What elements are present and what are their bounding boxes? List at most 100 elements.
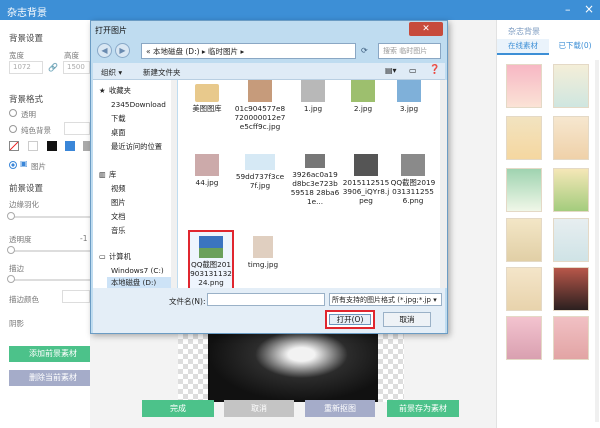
white-swatch[interactable] bbox=[28, 141, 38, 151]
file-name: QQ截图20190313113224.png bbox=[190, 260, 232, 287]
tree-computer[interactable]: 计算机 bbox=[109, 252, 131, 262]
transparency-slider-knob[interactable] bbox=[7, 246, 15, 254]
transparency-value: -1 bbox=[80, 234, 88, 243]
thumb-4[interactable] bbox=[553, 116, 589, 160]
path-root: « bbox=[146, 47, 151, 56]
filetype-select[interactable]: 所有支持的图片格式 (*.jpg;*.jp ▾ bbox=[329, 293, 442, 306]
done-button[interactable]: 完成 bbox=[142, 400, 214, 417]
thumb-6[interactable] bbox=[553, 168, 589, 212]
solid-color-input[interactable] bbox=[64, 122, 90, 135]
stroke-slider-knob[interactable] bbox=[7, 275, 15, 283]
add-fg-button[interactable]: 添加前景素材 bbox=[9, 346, 97, 362]
width-label: 宽度 bbox=[9, 51, 24, 60]
thumb-11[interactable] bbox=[506, 316, 542, 360]
tree-download[interactable]: 下载 bbox=[111, 114, 126, 124]
cancel-main-button[interactable]: 取消 bbox=[224, 400, 294, 417]
file-item[interactable]: 2.jpg bbox=[342, 80, 384, 113]
back-button[interactable]: ◀ bbox=[97, 43, 112, 58]
transparency-slider-track[interactable] bbox=[11, 250, 90, 252]
forward-button[interactable]: ▶ bbox=[115, 43, 130, 58]
file-list: 美图图库 01c904577e8720000012e7e5cff9c.jpg 1… bbox=[178, 80, 440, 308]
tree-drive-d[interactable]: 本地磁盘 (D:) bbox=[111, 278, 156, 288]
new-folder-button[interactable]: 新建文件夹 bbox=[143, 67, 181, 78]
filename-input[interactable] bbox=[207, 293, 325, 306]
blue-swatch[interactable] bbox=[65, 141, 75, 151]
file-item[interactable]: 20151125153906_iQYr8.jpeg bbox=[342, 154, 390, 205]
tree-music[interactable]: 音乐 bbox=[111, 226, 126, 236]
tab-online[interactable]: 在线素材 bbox=[497, 39, 549, 55]
file-name: 3926ac0a19d8bc3e723b59518 28ba61e... bbox=[290, 170, 340, 206]
close-button[interactable]: × bbox=[584, 2, 594, 16]
file-item[interactable]: 44.jpg bbox=[186, 154, 228, 187]
file-name: timg.jpg bbox=[247, 260, 279, 269]
favorites-icon: ★ bbox=[99, 86, 106, 95]
stroke-slider-track[interactable] bbox=[11, 279, 90, 281]
tree-library[interactable]: 库 bbox=[109, 170, 116, 180]
minimize-button[interactable]: – bbox=[565, 3, 571, 16]
organize-button[interactable]: 组织 ▾ bbox=[101, 67, 122, 78]
height-input[interactable]: 1500 bbox=[63, 61, 90, 74]
thumb-7[interactable] bbox=[506, 218, 542, 262]
tree-desktop[interactable]: 桌面 bbox=[111, 128, 126, 138]
width-input[interactable]: 1072 bbox=[9, 61, 43, 74]
file-item[interactable]: 1.jpg bbox=[292, 80, 334, 113]
dialog-cancel-button[interactable]: 取消 bbox=[383, 312, 431, 327]
transparent-radio[interactable] bbox=[9, 109, 17, 117]
file-name: 美图图库 bbox=[192, 104, 222, 113]
thumb-8[interactable] bbox=[553, 218, 589, 262]
file-name: 01c904577e8720000012e7e5cff9c.jpg bbox=[234, 104, 286, 131]
thumb-1[interactable] bbox=[506, 64, 542, 108]
solid-radio[interactable] bbox=[9, 125, 17, 133]
file-item[interactable]: 01c904577e8720000012e7e5cff9c.jpg bbox=[234, 80, 286, 131]
tree-scrollbar[interactable] bbox=[171, 80, 177, 288]
view-icon[interactable]: ▤▾ bbox=[385, 66, 397, 75]
thumb-5[interactable] bbox=[506, 168, 542, 212]
help-icon[interactable]: ❓ bbox=[429, 65, 440, 75]
tab-downloaded[interactable]: 已下载(0) bbox=[549, 39, 600, 55]
black-swatch[interactable] bbox=[47, 141, 57, 151]
file-item[interactable]: 美图图库 bbox=[186, 84, 228, 113]
image-thumbnail-icon bbox=[199, 236, 223, 258]
open-button[interactable]: 打开(O) bbox=[329, 314, 371, 325]
feather-slider-knob[interactable] bbox=[7, 212, 15, 220]
open-image-dialog: 打开图片 ✕ ◀ ▶ « 本地磁盘 (D:) ▸ 临时图片 ▸ ⟳ 搜索 临时图… bbox=[90, 20, 448, 334]
stroke-color-input[interactable] bbox=[62, 290, 90, 303]
file-item[interactable]: 3.jpg bbox=[388, 80, 430, 113]
link-icon[interactable]: 🔗 bbox=[48, 63, 58, 72]
tree-2345download[interactable]: 2345Download bbox=[111, 100, 166, 109]
no-color-swatch[interactable] bbox=[9, 141, 19, 151]
canvas-preview[interactable] bbox=[178, 334, 404, 402]
thumb-2[interactable] bbox=[553, 64, 589, 108]
tree-videos[interactable]: 视频 bbox=[111, 184, 126, 194]
feather-slider-track[interactable] bbox=[11, 216, 90, 218]
tree-drive-c[interactable]: Windows7 (C:) bbox=[111, 266, 164, 275]
delete-fg-button[interactable]: 删除当前素材 bbox=[9, 370, 97, 386]
file-item[interactable]: timg.jpg bbox=[242, 236, 284, 269]
recut-button[interactable]: 重新抠图 bbox=[305, 400, 375, 417]
tree-pictures[interactable]: 图片 bbox=[111, 198, 126, 208]
file-list-scrollbar[interactable] bbox=[440, 80, 447, 288]
image-radio[interactable] bbox=[9, 161, 17, 169]
thumb-9[interactable] bbox=[506, 267, 542, 311]
more-swatch[interactable] bbox=[83, 141, 90, 151]
image-thumbnail-icon bbox=[245, 154, 275, 170]
tree-documents[interactable]: 文档 bbox=[111, 212, 126, 222]
window-titlebar: 杂志背景 – × bbox=[0, 0, 600, 20]
refresh-icon[interactable]: ⟳ bbox=[361, 46, 368, 55]
tree-favorites[interactable]: 收藏夹 bbox=[109, 86, 131, 96]
file-item[interactable]: QQ截图20190313112556.png bbox=[390, 154, 436, 205]
save-fg-button[interactable]: 前景存为素材 bbox=[387, 400, 459, 417]
thumb-3[interactable] bbox=[506, 116, 542, 160]
tree-recent[interactable]: 最近访问的位置 bbox=[111, 142, 162, 152]
file-item-selected[interactable]: QQ截图20190313113224.png bbox=[190, 236, 232, 287]
address-bar[interactable]: « 本地磁盘 (D:) ▸ 临时图片 ▸ bbox=[141, 43, 356, 59]
thumb-12[interactable] bbox=[553, 316, 589, 360]
preview-pane-icon[interactable]: ▭ bbox=[409, 66, 417, 75]
file-item[interactable]: 59dd737f3ce7f.jpg bbox=[234, 154, 286, 190]
thumb-10[interactable] bbox=[553, 267, 589, 311]
search-input[interactable]: 搜索 临时图片 bbox=[378, 43, 441, 59]
right-scrollbar[interactable] bbox=[595, 60, 599, 422]
dialog-close-button[interactable]: ✕ bbox=[409, 22, 443, 36]
file-item[interactable]: 3926ac0a19d8bc3e723b59518 28ba61e... bbox=[290, 154, 340, 206]
bg-settings-heading: 背景设置 bbox=[9, 34, 44, 44]
